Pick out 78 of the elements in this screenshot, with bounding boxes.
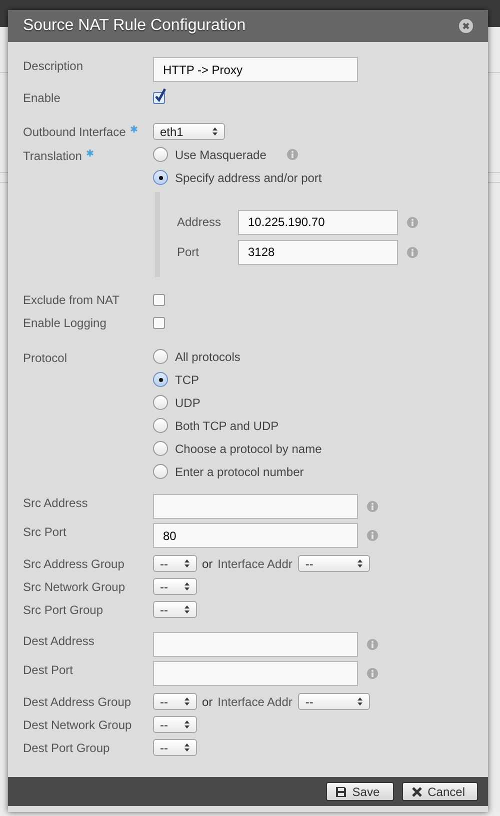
field-label: Src Network Group xyxy=(23,578,126,596)
dialog-title: Source NAT Rule Configuration xyxy=(23,16,246,36)
dropdown[interactable]: -- xyxy=(298,555,370,572)
checkbox[interactable] xyxy=(153,316,165,328)
radio-label: Choose a protocol by name xyxy=(175,440,322,458)
joiner-text: or xyxy=(202,694,213,710)
updown-caret-icon xyxy=(184,559,190,568)
text-field[interactable] xyxy=(153,494,358,519)
field-label: Dest Port Group xyxy=(23,740,110,756)
dropdown[interactable]: -- xyxy=(298,693,370,710)
updown-caret-icon xyxy=(184,720,190,729)
field-label: Enable Logging xyxy=(23,314,106,332)
dropdown[interactable]: -- xyxy=(153,555,197,572)
dropdown[interactable]: eth1 xyxy=(153,123,225,140)
field-label: Dest Address Group xyxy=(23,694,132,710)
text-field[interactable]: 10.225.190.70 xyxy=(238,210,398,234)
radio-button[interactable] xyxy=(153,372,168,387)
updown-caret-icon xyxy=(184,743,190,752)
updown-caret-icon xyxy=(357,697,364,706)
radio-label: Both TCP and UDP xyxy=(175,418,279,434)
field-label: Exclude from NAT xyxy=(23,292,120,308)
text-field[interactable]: 80 xyxy=(153,523,358,548)
field-label: Enable xyxy=(23,90,60,106)
joiner-text: or xyxy=(202,556,213,572)
save-button[interactable]: Save xyxy=(326,782,394,801)
radio-label: Use Masquerade xyxy=(175,146,266,164)
checkbox[interactable] xyxy=(153,294,165,306)
dropdown[interactable]: -- xyxy=(153,716,197,733)
updown-caret-icon xyxy=(357,559,364,568)
field-label: Outbound Interface xyxy=(23,124,126,140)
field-label: Src Address Group xyxy=(23,556,124,572)
close-icon[interactable] xyxy=(459,19,473,33)
info-icon[interactable] xyxy=(367,501,378,512)
updown-caret-icon xyxy=(184,605,190,614)
radio-label: Specify address and/or port xyxy=(175,170,322,186)
field-label: Description xyxy=(23,58,84,75)
field-label: Dest Network Group xyxy=(23,716,132,734)
field-label: Src Address xyxy=(23,495,88,512)
field-label: Interface Addr xyxy=(218,694,292,710)
radio-button[interactable] xyxy=(153,147,168,162)
radio-button[interactable] xyxy=(153,349,168,364)
info-icon[interactable] xyxy=(367,530,378,541)
updown-caret-icon xyxy=(184,582,190,591)
field-label: Port xyxy=(177,244,200,261)
field-label: Protocol xyxy=(23,350,68,367)
radio-button[interactable] xyxy=(153,464,168,479)
dropdown[interactable]: -- xyxy=(153,693,197,710)
dropdown[interactable]: -- xyxy=(153,739,197,756)
radio-label: UDP xyxy=(175,394,200,412)
field-label: Src Port Group xyxy=(23,602,104,618)
info-icon[interactable] xyxy=(407,216,418,228)
info-icon[interactable] xyxy=(367,668,378,679)
field-label: Address xyxy=(177,214,222,231)
radio-button[interactable] xyxy=(153,418,168,433)
field-label: Dest Address xyxy=(23,633,94,650)
field-label: Translation xyxy=(23,148,82,165)
text-field[interactable]: HTTP -> Proxy xyxy=(153,57,358,82)
text-field[interactable] xyxy=(153,632,358,657)
text-field[interactable] xyxy=(153,661,358,686)
radio-button[interactable] xyxy=(153,395,168,410)
info-icon[interactable] xyxy=(407,246,418,258)
updown-caret-icon xyxy=(184,697,190,706)
field-label: Dest Port xyxy=(23,662,74,679)
info-icon[interactable] xyxy=(287,149,298,160)
cancel-button[interactable]: Cancel xyxy=(402,782,478,801)
radio-button[interactable] xyxy=(153,441,168,456)
text-field[interactable]: 3128 xyxy=(238,240,398,264)
dropdown[interactable]: -- xyxy=(153,578,197,595)
radio-button[interactable] xyxy=(153,170,168,185)
radio-label: All protocols xyxy=(175,348,240,366)
radio-label: TCP xyxy=(175,372,199,388)
field-label: Src Port xyxy=(23,524,66,541)
dropdown[interactable]: -- xyxy=(153,601,197,618)
close-icon xyxy=(412,786,422,796)
info-icon[interactable] xyxy=(367,639,378,650)
updown-caret-icon xyxy=(212,127,218,136)
field-label: Interface Addr xyxy=(218,556,292,572)
radio-label: Enter a protocol number xyxy=(175,464,304,480)
